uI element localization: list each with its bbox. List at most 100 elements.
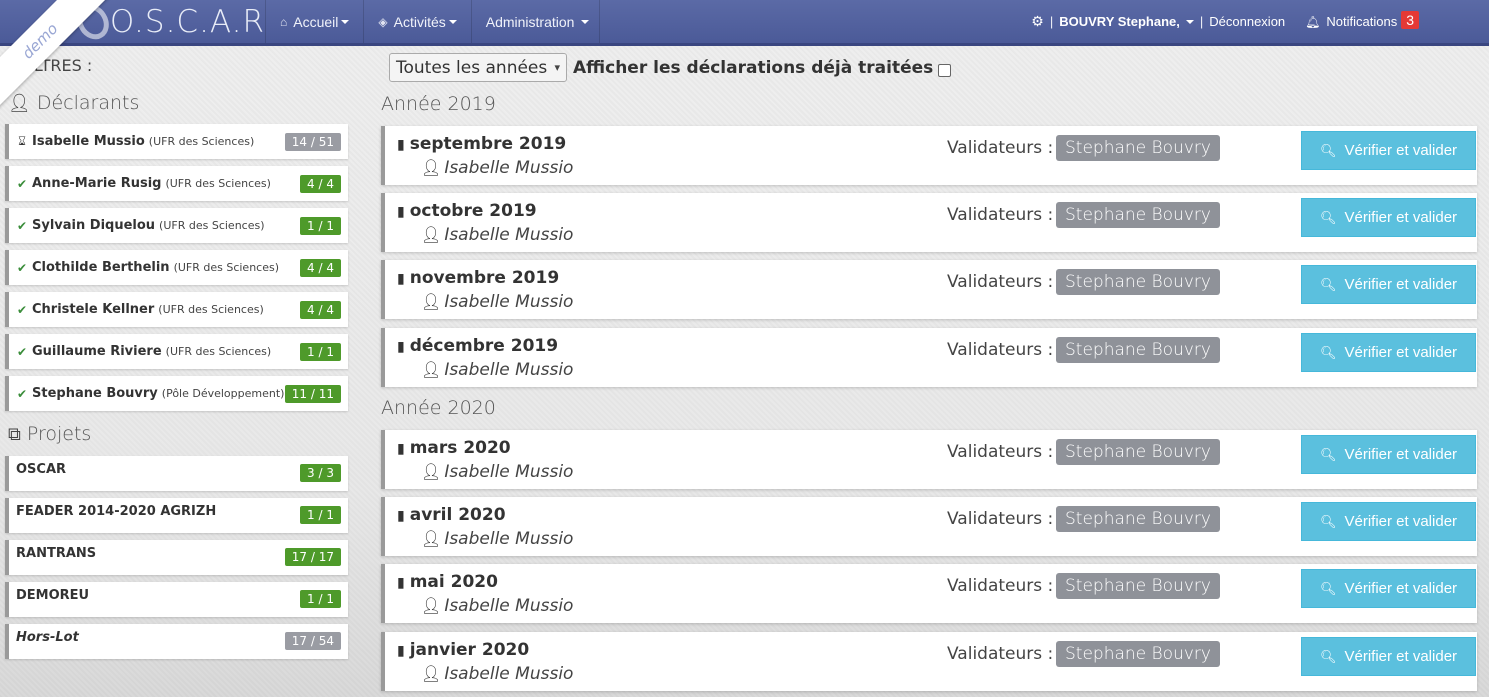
declarant-name: Stephane Bouvry [32, 386, 158, 401]
search-icon: 🔍︎ [1319, 142, 1337, 158]
brand-name: O.S.C.A.R [109, 3, 265, 40]
verify-validate-button[interactable]: 🔍︎ Vérifier et valider [1301, 435, 1476, 474]
declarants-title-text: Déclarants [36, 92, 140, 114]
menu-activites[interactable]: ◈ Activités [364, 0, 472, 43]
project-name: DEMOREU [16, 588, 90, 603]
check-circle-icon: ✔ [16, 344, 28, 359]
declaration-person: 👤︎ Isabelle Mussio [421, 529, 573, 549]
filter-bar: Toutes les années ▾ Afficher les déclara… [389, 53, 952, 82]
declaration-person: 👤︎ Isabelle Mussio [421, 158, 573, 178]
project-name: FEADER 2014-2020 AGRIZH [16, 504, 217, 519]
user-icon: 👤︎ [421, 529, 442, 548]
book-icon: ▮ [397, 271, 405, 287]
user-icon: 👤︎ [8, 93, 31, 114]
project-item[interactable]: Hors-Lot 17 / 54 [5, 624, 348, 659]
projects-list: OSCAR 3 / 3 FEADER 2014-2020 AGRIZH 1 / … [5, 456, 348, 666]
notifications-link[interactable]: Notifications [1326, 14, 1397, 29]
gear-icon[interactable]: ⚙ [1031, 13, 1044, 30]
verify-validate-button[interactable]: 🔍︎ Vérifier et valider [1301, 265, 1476, 304]
book-icon: ▮ [397, 441, 405, 457]
declarant-org: (UFR des Sciences) [148, 135, 255, 148]
declarant-item[interactable]: ✔ Stephane Bouvry (Pôle Développement) 1… [5, 376, 348, 411]
year-title: Année 2020 [381, 397, 496, 419]
validators-label: Validateurs : [947, 205, 1054, 225]
declaration-person: 👤︎ Isabelle Mussio [421, 664, 573, 684]
check-circle-icon: ✔ [16, 260, 28, 275]
verify-validate-button[interactable]: 🔍︎ Vérifier et valider [1301, 502, 1476, 541]
user-name[interactable]: BOUVRY Stephane, [1059, 14, 1180, 29]
declarant-count-badge: 4 / 4 [300, 300, 341, 319]
show-processed-checkbox[interactable] [938, 64, 952, 77]
project-item[interactable]: OSCAR 3 / 3 [5, 456, 348, 491]
check-circle-icon: ✔ [16, 302, 28, 317]
user-menu-caret-icon[interactable] [1185, 19, 1194, 24]
declarants-list: ⌛︎ Isabelle Mussio (UFR des Sciences) 14… [5, 124, 348, 418]
declarant-item[interactable]: ✔ Clothilde Berthelin (UFR des Sciences)… [5, 250, 348, 285]
declaration-period: ▮ novembre 2019 [397, 268, 559, 288]
search-icon: 🔍︎ [1319, 513, 1337, 529]
declarants-title: 👤︎ Déclarants [8, 92, 139, 114]
declarant-item[interactable]: ✔ Anne-Marie Rusig (UFR des Sciences) 4 … [5, 166, 348, 201]
search-icon: 🔍︎ [1319, 344, 1337, 360]
project-name: OSCAR [16, 462, 67, 477]
declaration-period-text: décembre 2019 [409, 336, 559, 356]
validator-badge: Stephane Bouvry [1056, 135, 1220, 161]
declaration-person: 👤︎ Isabelle Mussio [421, 462, 573, 482]
declaration-row: ▮ janvier 2020 👤︎ Isabelle Mussio Validateur… [381, 632, 1477, 691]
user-icon: 👤︎ [421, 462, 442, 481]
declaration-row: ▮ décembre 2019 👤︎ Isabelle Mussio Validateu… [381, 328, 1477, 387]
bell-icon[interactable]: 🔔︎ [1305, 15, 1320, 29]
project-item[interactable]: FEADER 2014-2020 AGRIZH 1 / 1 [5, 498, 348, 533]
declaration-period-text: mai 2020 [409, 572, 498, 592]
declarant-item[interactable]: ✔ Sylvain Diquelou (UFR des Sciences) 1 … [5, 208, 348, 243]
cube-icon: ◈ [378, 14, 388, 29]
declaration-person-name: Isabelle Mussio [444, 158, 574, 178]
verify-validate-button[interactable]: 🔍︎ Vérifier et valider [1301, 637, 1476, 676]
verify-validate-button[interactable]: 🔍︎ Vérifier et valider [1301, 569, 1476, 608]
declarant-item[interactable]: ⌛︎ Isabelle Mussio (UFR des Sciences) 14… [5, 124, 348, 159]
declarant-name: Clothilde Berthelin [32, 260, 170, 275]
declaration-row: ▮ septembre 2019 👤︎ Isabelle Mussio Validate… [381, 126, 1477, 185]
declaration-person-name: Isabelle Mussio [444, 360, 574, 380]
verify-validate-label: Vérifier et valider [1344, 276, 1458, 293]
declaration-person-name: Isabelle Mussio [444, 664, 574, 684]
declaration-period: ▮ janvier 2020 [397, 640, 529, 660]
validators-label: Validateurs : [947, 442, 1054, 462]
declaration-row: ▮ mars 2020 👤︎ Isabelle Mussio Validateurs :… [381, 430, 1477, 489]
project-item[interactable]: RANTRANS 17 / 17 [5, 540, 348, 575]
validator-badge: Stephane Bouvry [1056, 439, 1220, 465]
declarant-org: (UFR des Sciences) [165, 345, 272, 358]
validators-label: Validateurs : [947, 138, 1054, 158]
verify-validate-label: Vérifier et valider [1344, 513, 1458, 530]
project-item[interactable]: DEMOREU 1 / 1 [5, 582, 348, 617]
declarant-item[interactable]: ✔ Christele Kellner (UFR des Sciences) 4… [5, 292, 348, 327]
validator-badge: Stephane Bouvry [1056, 506, 1220, 532]
menu-accueil[interactable]: ⌂ Accueil [266, 0, 365, 43]
validators-label: Validateurs : [947, 644, 1054, 664]
declarant-count-badge: 4 / 4 [300, 258, 341, 277]
year-title: Année 2019 [381, 93, 496, 115]
validator-badge: Stephane Bouvry [1056, 337, 1220, 363]
validator-badge: Stephane Bouvry [1056, 202, 1220, 228]
search-icon: 🔍︎ [1319, 209, 1337, 225]
notifications-count-badge[interactable]: 3 [1401, 10, 1419, 29]
project-count-badge: 1 / 1 [300, 506, 341, 524]
verify-validate-button[interactable]: 🔍︎ Vérifier et valider [1301, 198, 1476, 237]
verify-validate-label: Vérifier et valider [1344, 648, 1458, 665]
check-circle-icon: ✔ [16, 218, 28, 233]
verify-validate-button[interactable]: 🔍︎ Vérifier et valider [1301, 131, 1476, 170]
user-icon: 👤︎ [421, 292, 442, 311]
user-area: ⚙ | BOUVRY Stephane, | Déconnexion 🔔︎ No… [1031, 0, 1489, 43]
user-icon: 👤︎ [421, 360, 442, 379]
book-icon: ▮ [397, 508, 405, 524]
caret-down-icon [581, 19, 590, 24]
menu-activites-label: Activités [393, 13, 446, 30]
verify-validate-button[interactable]: 🔍︎ Vérifier et valider [1301, 333, 1476, 372]
year-select[interactable]: Toutes les années ▾ [389, 53, 567, 82]
declarant-item[interactable]: ✔ Guillaume Riviere (UFR des Sciences) 1… [5, 334, 348, 369]
validator-badge: Stephane Bouvry [1056, 573, 1220, 599]
book-icon: ▮ [397, 575, 405, 591]
declaration-person: 👤︎ Isabelle Mussio [421, 292, 573, 312]
menu-administration[interactable]: Administration [472, 0, 601, 43]
logout-link[interactable]: Déconnexion [1209, 14, 1285, 29]
